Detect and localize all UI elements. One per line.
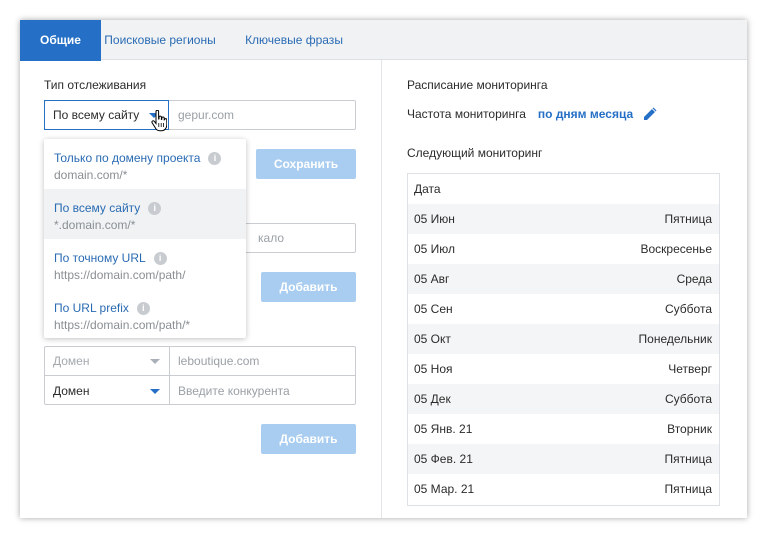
row-day: Понедельник <box>638 332 712 346</box>
keyword-input-placeholder: кало <box>258 231 284 245</box>
project-domain-input[interactable]: gepur.com <box>169 101 355 129</box>
tracking-type-dropdown: Только по домену проекта i domain.com/* П… <box>44 139 246 338</box>
row-date: 05 Июл <box>414 242 456 256</box>
tracking-input-group: По всему сайту gepur.com <box>44 100 356 130</box>
table-row: 05 Фев. 21 Пятница <box>408 444 719 474</box>
table-row: 05 Ноя Четверг <box>408 354 719 384</box>
info-icon[interactable]: i <box>148 201 162 215</box>
dropdown-option-exact-url[interactable]: По точному URL i https://domain.com/path/ <box>44 239 246 289</box>
keyword-input[interactable]: кало <box>240 223 356 253</box>
option-title: По URL prefix <box>54 301 129 315</box>
row-day: Пятница <box>664 452 713 466</box>
dropdown-option-whole-site[interactable]: По всему сайту i *.domain.com/* <box>44 189 246 239</box>
option-title: Только по домену проекта <box>54 151 201 165</box>
table-header: Дата <box>408 174 719 204</box>
competitor-type-select-2[interactable]: Домен <box>45 376 170 405</box>
row-date: 05 Июн <box>414 212 455 226</box>
row-day: Четверг <box>668 362 712 376</box>
option-example: domain.com/* <box>54 168 128 182</box>
chevron-down-icon <box>150 388 160 394</box>
project-domain-value: gepur.com <box>178 108 235 122</box>
info-icon[interactable]: i <box>208 151 222 165</box>
option-example: https://domain.com/path/ <box>54 268 186 282</box>
info-icon[interactable]: i <box>153 251 167 265</box>
add-competitor-button[interactable]: Добавить <box>261 424 356 454</box>
hand-pointer-icon <box>151 110 167 132</box>
tracking-type-label: Тип отслеживания <box>44 78 147 92</box>
tab-general[interactable]: Общие <box>20 20 101 61</box>
table-row: 05 Окт Понедельник <box>408 324 719 354</box>
frequency-label: Частота мониторинга <box>407 107 526 121</box>
competitor-type-value-2: Домен <box>53 383 90 398</box>
schedule-table: Дата 05 Июн Пятница 05 Июл Воскресенье 05 … <box>407 173 720 506</box>
option-example: https://domain.com/path/* <box>54 318 191 332</box>
column-divider <box>381 60 382 518</box>
table-row: 05 Дек Суббота <box>408 384 719 414</box>
competitor-value-1: leboutique.com <box>178 354 260 368</box>
schedule-title: Расписание мониторинга <box>407 78 548 92</box>
frequency-row: Частота мониторинга по дням месяца <box>407 106 658 122</box>
save-button[interactable]: Сохранить <box>256 149 356 179</box>
option-example: *.domain.com/* <box>54 218 136 232</box>
row-date: 05 Авг <box>414 272 450 286</box>
dropdown-option-url-prefix[interactable]: По URL prefix i https://domain.com/path/* <box>44 289 246 339</box>
competitor-input-2[interactable]: Введите конкурента <box>169 376 355 405</box>
table-row: 05 Июн Пятница <box>408 204 719 234</box>
row-day: Среда <box>676 272 712 286</box>
tab-bar: Общие Поисковые регионы Ключевые фразы <box>20 20 747 61</box>
option-title: По всему сайту <box>54 201 141 215</box>
row-date: 05 Сен <box>414 302 453 316</box>
tracking-type-value: По всему сайту <box>53 108 140 122</box>
row-day: Пятница <box>664 212 713 226</box>
row-date: 05 Мар. 21 <box>414 482 475 496</box>
frequency-value-link[interactable]: по дням месяца <box>538 107 633 121</box>
competitor-type-value-1: Домен <box>53 354 90 368</box>
row-day: Суббота <box>665 392 712 406</box>
dropdown-option-project-domain[interactable]: Только по домену проекта i domain.com/* <box>44 139 246 189</box>
table-row: 05 Сен Суббота <box>408 294 719 324</box>
row-date: 05 Дек <box>414 392 451 406</box>
row-day: Вторник <box>667 422 712 436</box>
row-date: 05 Янв. 21 <box>414 422 473 436</box>
chevron-down-icon <box>150 359 160 364</box>
competitors-group: Домен leboutique.com Домен Введите конку… <box>44 346 356 405</box>
row-day: Пятница <box>664 482 713 496</box>
add-keyword-button[interactable]: Добавить <box>261 272 356 302</box>
row-date: 05 Фев. 21 <box>414 452 473 466</box>
tab-keywords[interactable]: Ключевые фразы <box>232 20 356 61</box>
pencil-icon[interactable] <box>642 106 658 122</box>
row-day: Воскресенье <box>640 242 712 256</box>
row-day: Суббота <box>665 302 712 316</box>
row-date: 05 Окт <box>414 332 451 346</box>
settings-panel: Общие Поисковые регионы Ключевые фразы Т… <box>20 20 747 518</box>
row-date: 05 Ноя <box>414 362 453 376</box>
table-row: 05 Авг Среда <box>408 264 719 294</box>
date-column-header: Дата <box>414 182 441 196</box>
tab-search-regions[interactable]: Поисковые регионы <box>101 20 219 61</box>
competitor-placeholder-2: Введите конкурента <box>178 383 290 398</box>
competitor-type-select-1[interactable]: Домен <box>45 347 170 376</box>
info-icon[interactable]: i <box>136 301 150 315</box>
competitor-input-1[interactable]: leboutique.com <box>169 347 355 376</box>
table-row: 05 Июл Воскресенье <box>408 234 719 264</box>
next-monitoring-title: Следующий мониторинг <box>407 146 543 160</box>
option-title: По точному URL <box>54 251 146 265</box>
table-row: 05 Янв. 21 Вторник <box>408 414 719 444</box>
table-row: 05 Мар. 21 Пятница <box>408 474 719 504</box>
